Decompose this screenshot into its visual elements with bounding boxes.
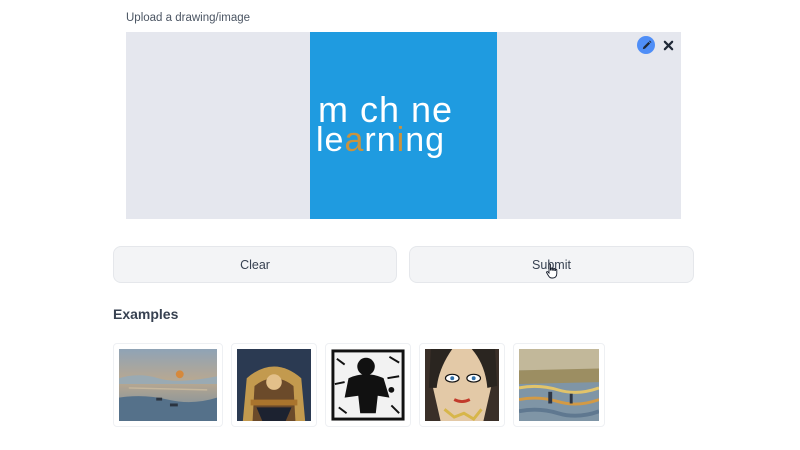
uploaded-image-preview: m ch ne learning [310, 32, 497, 219]
preview-part-ng: ng [405, 121, 445, 159]
image-upload-panel[interactable]: m ch ne learning [126, 32, 681, 219]
edit-image-button[interactable] [637, 36, 655, 54]
example-image-2 [237, 349, 311, 421]
examples-heading: Examples [113, 306, 179, 322]
preview-part-i: i [397, 121, 406, 159]
remove-image-button[interactable] [659, 36, 677, 54]
example-thumb-4[interactable] [419, 343, 505, 427]
example-image-1 [119, 349, 217, 421]
pencil-icon [642, 40, 651, 49]
preview-part-a: a [344, 121, 364, 159]
preview-line-2: learning [316, 121, 445, 159]
preview-part-rn: rn [364, 121, 396, 159]
preview-part-le: le [316, 121, 344, 159]
example-image-5 [519, 349, 599, 421]
example-image-4 [425, 349, 499, 421]
machine-learning-image: m ch ne learning [310, 32, 497, 219]
hand-cursor-icon [546, 263, 558, 279]
upload-label: Upload a drawing/image [126, 12, 251, 24]
example-thumb-1[interactable] [113, 343, 223, 427]
close-icon [663, 40, 673, 50]
clear-button[interactable]: Clear [113, 246, 397, 283]
example-thumb-2[interactable] [231, 343, 317, 427]
example-thumb-5[interactable] [513, 343, 605, 427]
example-thumb-3[interactable] [325, 343, 411, 427]
example-image-3 [331, 349, 405, 421]
